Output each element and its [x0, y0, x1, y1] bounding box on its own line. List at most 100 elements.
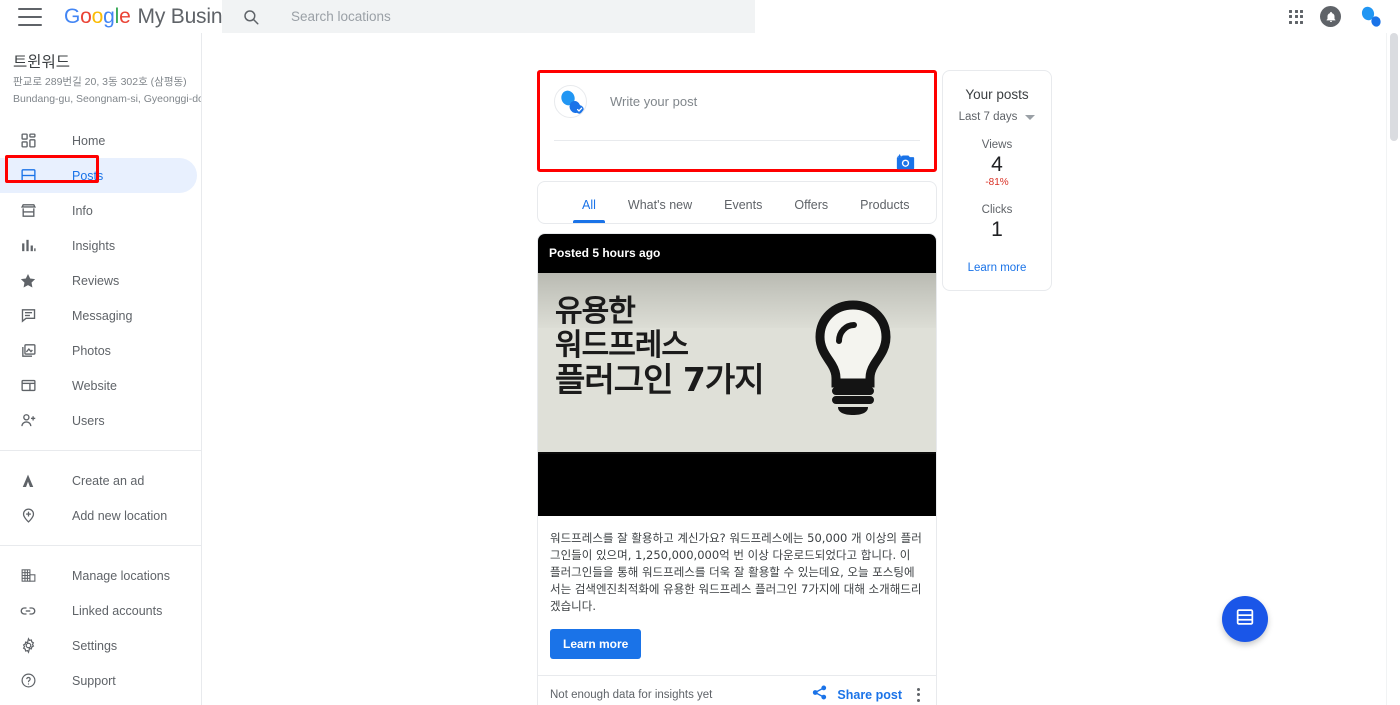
share-icon[interactable]: [811, 684, 828, 705]
hamburger-line: [18, 24, 42, 26]
sidebar-item-reviews[interactable]: Reviews: [0, 263, 201, 298]
main-content: Write your post All What's new Ev: [202, 33, 1392, 705]
message-icon: [18, 306, 38, 326]
sidebar-item-label: Photos: [72, 344, 111, 358]
share-post-button[interactable]: Share post: [837, 688, 902, 702]
google-ads-icon: [18, 471, 38, 491]
post-filter-tabs: All What's new Events Offers Products: [538, 182, 936, 223]
post-image[interactable]: 유용한 워드프레스 플러그인 7가지: [538, 271, 936, 516]
sidebar-item-info[interactable]: Info: [0, 193, 201, 228]
top-bar-actions: [1289, 0, 1390, 33]
sidebar-item-label: Home: [72, 134, 105, 148]
sidebar-item-insights[interactable]: Insights: [0, 228, 201, 263]
sidebar-item-photos[interactable]: Photos: [0, 333, 201, 368]
bar-chart-icon: [18, 236, 38, 256]
sidebar-item-linked-accounts[interactable]: Linked accounts: [0, 593, 201, 628]
link-icon: [18, 601, 38, 621]
post-image-headline-line-2: 워드프레스: [555, 329, 764, 363]
insights-learn-more-link[interactable]: Learn more: [951, 262, 1043, 274]
sidebar-item-users[interactable]: Users: [0, 403, 201, 438]
sidebar-item-label: Insights: [72, 239, 115, 253]
post-image-headline: 유용한 워드프레스 플러그인 7가지: [555, 295, 764, 397]
sidebar-item-messaging[interactable]: Messaging: [0, 298, 201, 333]
sidebar-item-label: Messaging: [72, 309, 132, 323]
business-address-line-1: 판교로 289번길 20, 3동 302호 (삼평동): [13, 76, 201, 90]
sidebar-item-label: Linked accounts: [72, 604, 162, 618]
post-footer-actions: Share post: [811, 684, 926, 705]
sidebar-item-label: Add new location: [72, 509, 167, 523]
tab-offers[interactable]: Offers: [778, 198, 844, 223]
post-image-headline-line-1: 유용한: [555, 295, 764, 329]
clicks-label: Clicks: [951, 204, 1043, 216]
create-post-fab[interactable]: [1222, 596, 1268, 642]
sidebar-item-label: Posts: [72, 169, 103, 183]
post-card: Posted 5 hours ago 유용한 워드프레스 플러그인 7가지: [537, 233, 937, 705]
hamburger-icon[interactable]: [18, 8, 42, 26]
sidebar-item-add-new-location[interactable]: Add new location: [0, 498, 201, 533]
post-insight-note: Not enough data for insights yet: [550, 689, 712, 701]
post-cta-wrapper: Learn more: [538, 615, 936, 675]
sidebar-item-support[interactable]: Support: [0, 663, 201, 698]
add-location-pin-icon: [18, 506, 38, 526]
add-photo-camera-icon[interactable]: [895, 152, 916, 176]
home-dashboard-icon: [18, 131, 38, 151]
photos-icon: [18, 341, 38, 361]
sidebar-item-label: Website: [72, 379, 117, 393]
posts-feed: Write your post All What's new Ev: [537, 70, 937, 705]
sidebar-item-label: Users: [72, 414, 105, 428]
insights-date-range-selector[interactable]: Last 7 days: [951, 111, 1043, 123]
insights-metric-views: Views 4 -81%: [951, 139, 1043, 188]
sidebar-divider: [0, 545, 201, 546]
bell-icon[interactable]: [1320, 6, 1341, 27]
help-question-icon: [18, 671, 38, 691]
page-scrollbar[interactable]: [1386, 33, 1400, 705]
sidebar-item-label: Settings: [72, 639, 117, 653]
tab-events[interactable]: Events: [708, 198, 778, 223]
views-label: Views: [951, 139, 1043, 151]
sidebar-item-website[interactable]: Website: [0, 368, 201, 403]
sidebar-item-home[interactable]: Home: [0, 123, 201, 158]
post-composer[interactable]: Write your post: [537, 70, 937, 172]
sidebar-item-label: Support: [72, 674, 116, 688]
sidebar-item-label: Reviews: [72, 274, 119, 288]
post-filter-tabs-card: All What's new Events Offers Products: [537, 181, 937, 224]
google-wordmark: Google: [64, 5, 131, 29]
search-icon: [242, 8, 260, 26]
sidebar-item-manage-locations[interactable]: Manage locations: [0, 558, 201, 593]
hamburger-line: [18, 16, 42, 18]
sidebar-nav-secondary: Create an ad Add new location: [0, 463, 201, 533]
sidebar-divider: [0, 450, 201, 451]
search-input[interactable]: [289, 8, 709, 25]
sidebar-item-label: Manage locations: [72, 569, 170, 583]
tab-products[interactable]: Products: [844, 198, 925, 223]
top-app-bar: Google My Business: [0, 0, 1400, 33]
star-icon: [18, 271, 38, 291]
insights-title: Your posts: [951, 87, 1043, 102]
composer-placeholder[interactable]: Write your post: [610, 94, 697, 109]
sidebar-item-posts[interactable]: Posts: [0, 158, 201, 193]
composer-actions: [554, 141, 920, 176]
business-address-line-2: Bundang-gu, Seongnam-si, Gyeonggi-do: [13, 93, 201, 107]
kebab-menu-icon[interactable]: [911, 684, 926, 705]
views-delta: -81%: [951, 177, 1043, 188]
scrollbar-thumb[interactable]: [1390, 33, 1398, 141]
learn-more-button[interactable]: Learn more: [550, 629, 641, 659]
insights-metric-clicks: Clicks 1: [951, 204, 1043, 243]
sidebar-item-create-an-ad[interactable]: Create an ad: [0, 463, 201, 498]
search-bar[interactable]: [222, 0, 755, 33]
store-info-icon: [18, 201, 38, 221]
sidebar-nav-tertiary: Manage locations Linked accounts Setting…: [0, 558, 201, 698]
hamburger-line: [18, 8, 42, 10]
tab-all[interactable]: All: [566, 198, 612, 223]
tab-whats-new[interactable]: What's new: [612, 198, 708, 223]
sidebar-item-label: Create an ad: [72, 474, 144, 488]
sidebar-item-settings[interactable]: Settings: [0, 628, 201, 663]
your-posts-insights-panel: Your posts Last 7 days Views 4 -81% Clic…: [942, 70, 1052, 291]
gear-icon: [18, 636, 38, 656]
account-avatar-icon[interactable]: [1358, 4, 1384, 30]
apps-grid-icon[interactable]: [1289, 10, 1303, 24]
business-profile-avatar-icon: [554, 85, 587, 118]
clicks-value: 1: [951, 217, 1043, 243]
chevron-down-icon: [1025, 115, 1035, 120]
sidebar: 트윈워드 판교로 289번길 20, 3동 302호 (삼평동) Bundang…: [0, 33, 202, 705]
